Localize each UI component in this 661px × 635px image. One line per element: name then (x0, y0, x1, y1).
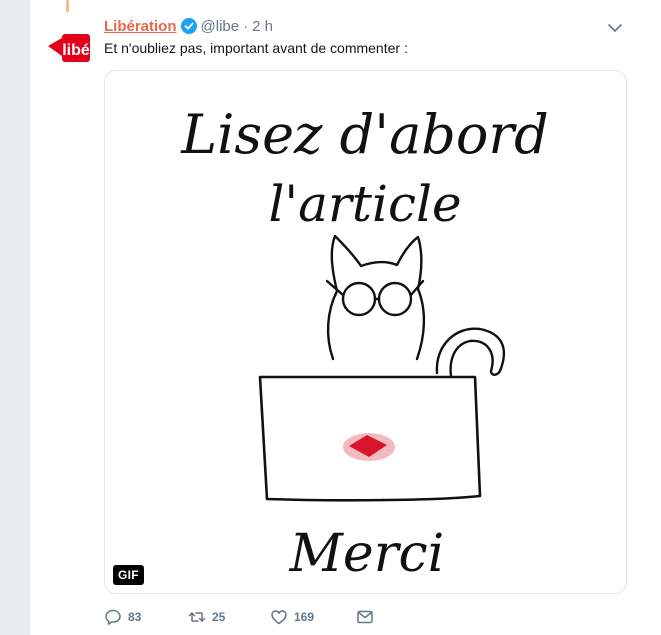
avatar[interactable]: libé (46, 24, 94, 72)
tweet-timestamp[interactable]: 2 h (252, 18, 273, 35)
direct-message-button[interactable] (356, 608, 374, 626)
retweet-count: 25 (212, 610, 226, 624)
gif-badge: GIF (113, 565, 144, 585)
reply-icon (105, 609, 121, 625)
tweet-header: Libération @libe · 2 h (104, 16, 273, 36)
heart-icon (271, 610, 287, 625)
cat-drawing (325, 234, 506, 378)
like-count: 169 (294, 610, 315, 624)
envelope-icon (357, 610, 373, 624)
tweet-actions: 83 25 169 (104, 606, 374, 628)
laptop-drawing (258, 375, 482, 502)
thread-line (66, 0, 69, 12)
author-handle[interactable]: @libe (201, 18, 240, 35)
separator-dot: · (243, 17, 249, 35)
retweet-button[interactable]: 25 (188, 608, 270, 626)
tweet-text: Et n'oubliez pas, important avant de com… (104, 40, 408, 56)
handwriting-line-1: Lisez d'abord (180, 103, 548, 166)
handwriting-line-3: Merci (289, 524, 445, 584)
chevron-down-icon[interactable] (607, 22, 623, 34)
reply-count: 83 (128, 610, 142, 624)
liberation-logo-icon: libé (46, 24, 94, 72)
author-name[interactable]: Libération (104, 18, 177, 35)
retweet-icon (188, 612, 206, 622)
handwriting-line-2: l'article (268, 175, 461, 233)
gif-illustration: Lisez d'abord l'article Merci (180, 103, 548, 584)
avatar-logo-text: libé (62, 42, 90, 59)
verified-badge-icon (180, 18, 197, 34)
reply-button[interactable]: 83 (104, 608, 188, 626)
tweet-media-gif[interactable]: Lisez d'abord l'article Merci GIF (104, 70, 627, 594)
page-gutter (0, 0, 30, 635)
like-button[interactable]: 169 (270, 608, 356, 626)
